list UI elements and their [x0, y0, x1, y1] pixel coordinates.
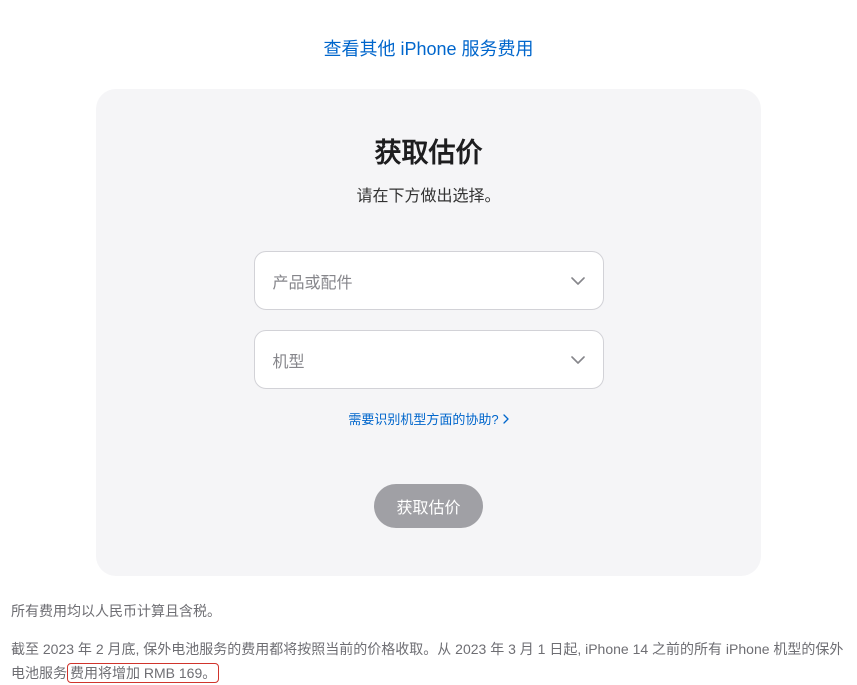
get-estimate-button[interactable]: 获取估价	[374, 484, 482, 528]
estimate-card: 获取估价 请在下方做出选择。 产品或配件 机型 需要识别机型方面的协助? 获取估…	[96, 89, 761, 576]
model-select[interactable]: 机型	[254, 330, 604, 389]
footer-text: 所有费用均以人民币计算且含税。 截至 2023 年 2 月底, 保外电池服务的费…	[0, 576, 857, 685]
product-select-placeholder: 产品或配件	[273, 269, 353, 293]
card-subtitle: 请在下方做出选择。	[136, 182, 721, 206]
other-iphone-service-fees-link[interactable]: 查看其他 iPhone 服务费用	[323, 39, 533, 59]
model-select-placeholder: 机型	[273, 348, 305, 372]
chevron-down-icon	[571, 277, 585, 285]
chevron-down-icon	[571, 356, 585, 364]
price-increase-highlight: 费用将增加 RMB 169。	[67, 663, 219, 683]
identify-model-help-link[interactable]: 需要识别机型方面的协助?	[348, 409, 508, 428]
footer-line-1: 所有费用均以人民币计算且含税。	[11, 600, 846, 624]
card-title: 获取估价	[136, 131, 721, 170]
product-select[interactable]: 产品或配件	[254, 251, 604, 310]
footer-line-2: 截至 2023 年 2 月底, 保外电池服务的费用都将按照当前的价格收取。从 2…	[11, 638, 846, 685]
help-link-label: 需要识别机型方面的协助?	[348, 409, 498, 428]
chevron-right-icon	[503, 414, 509, 424]
